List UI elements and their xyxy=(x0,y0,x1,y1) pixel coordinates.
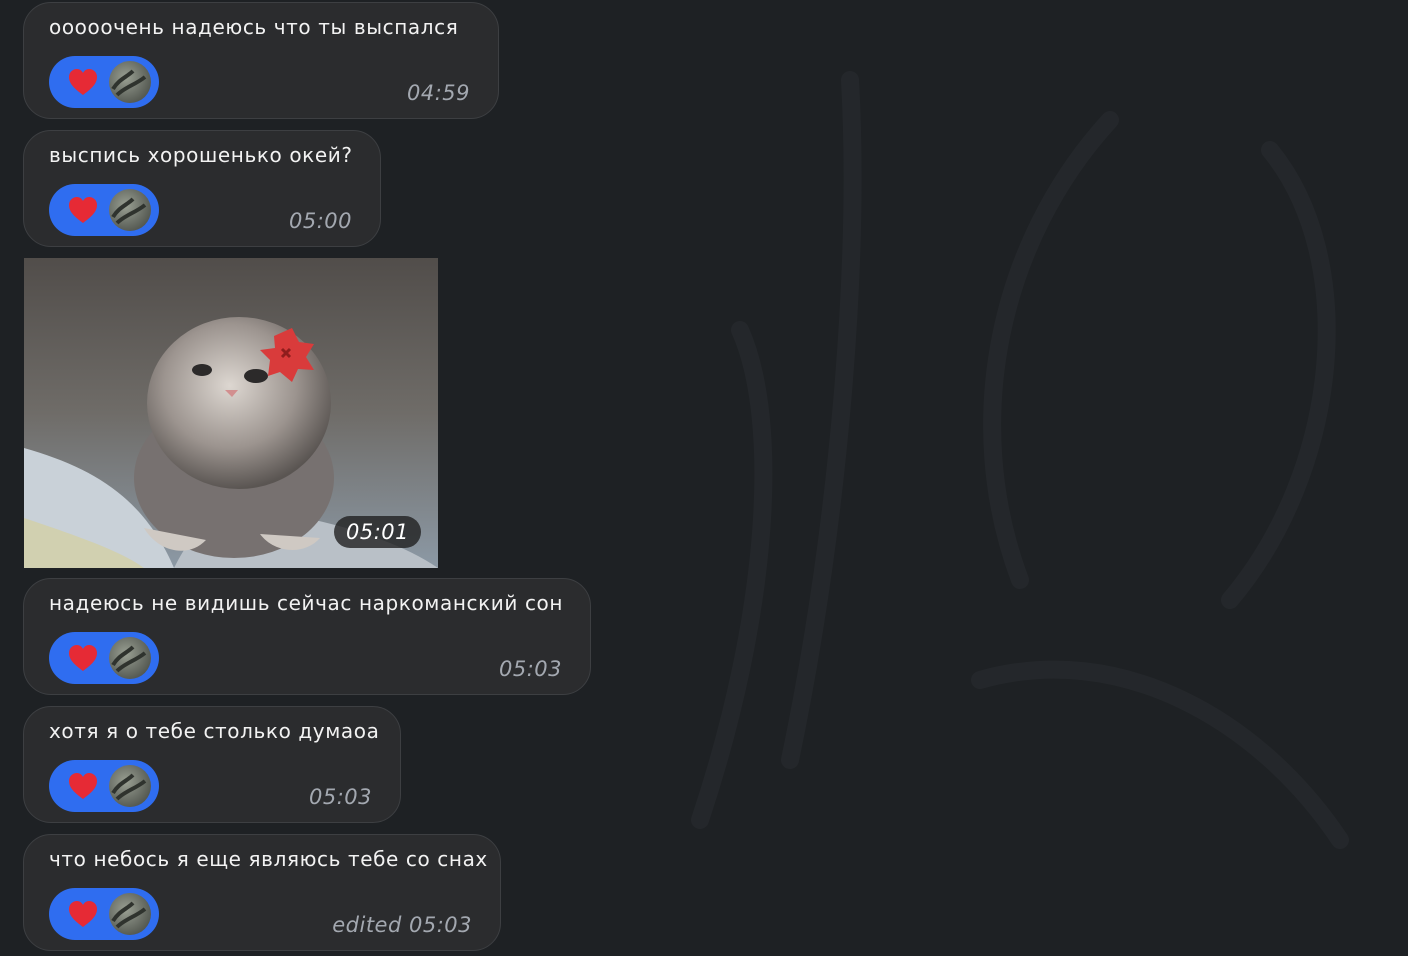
heart-icon xyxy=(69,197,97,223)
message-time: 05:00 xyxy=(288,209,352,233)
heart-icon xyxy=(69,901,97,927)
message-bubble[interactable]: что небось я еще являюсь тебе со снах ed… xyxy=(23,834,501,951)
reaction-chip[interactable] xyxy=(49,888,159,940)
message-bubble[interactable]: выспись хорошенько окей? 05:00 xyxy=(23,130,381,247)
reaction-chip[interactable] xyxy=(49,184,159,236)
kitten-photo-message[interactable]: 05:01 xyxy=(24,258,438,568)
message-bubble[interactable]: хотя я о тебе столько думаоа 05:03 xyxy=(23,706,401,823)
avatar xyxy=(109,765,151,807)
message-bubble[interactable]: ооооочень надеюсь что ты выспался 04:59 xyxy=(23,2,499,119)
message-time: 05:03 xyxy=(308,785,372,809)
avatar xyxy=(109,189,151,231)
avatar xyxy=(109,61,151,103)
message-text: надеюсь не видишь сейчас наркоманский со… xyxy=(49,591,564,615)
message-time: 05:03 xyxy=(498,657,562,681)
reaction-chip[interactable] xyxy=(49,760,159,812)
message-time: 05:01 xyxy=(333,516,421,548)
avatar xyxy=(109,893,151,935)
message-text: выспись хорошенько окей? xyxy=(49,143,353,167)
message-text: хотя я о тебе столько думаоа xyxy=(49,719,380,743)
message-time: 04:59 xyxy=(406,81,470,105)
message-bubble[interactable]: надеюсь не видишь сейчас наркоманский со… xyxy=(23,578,591,695)
avatar xyxy=(109,637,151,679)
heart-icon xyxy=(69,69,97,95)
reaction-chip[interactable] xyxy=(49,632,159,684)
reaction-chip[interactable] xyxy=(49,56,159,108)
heart-icon xyxy=(69,773,97,799)
message-text: что небось я еще являюсь тебе со снах xyxy=(49,847,488,871)
message-time: edited 05:03 xyxy=(332,913,472,937)
chat-message-list[interactable]: ооооочень надеюсь что ты выспался 04:59 … xyxy=(0,0,1408,956)
message-text: ооооочень надеюсь что ты выспался xyxy=(49,15,459,39)
heart-icon xyxy=(69,645,97,671)
